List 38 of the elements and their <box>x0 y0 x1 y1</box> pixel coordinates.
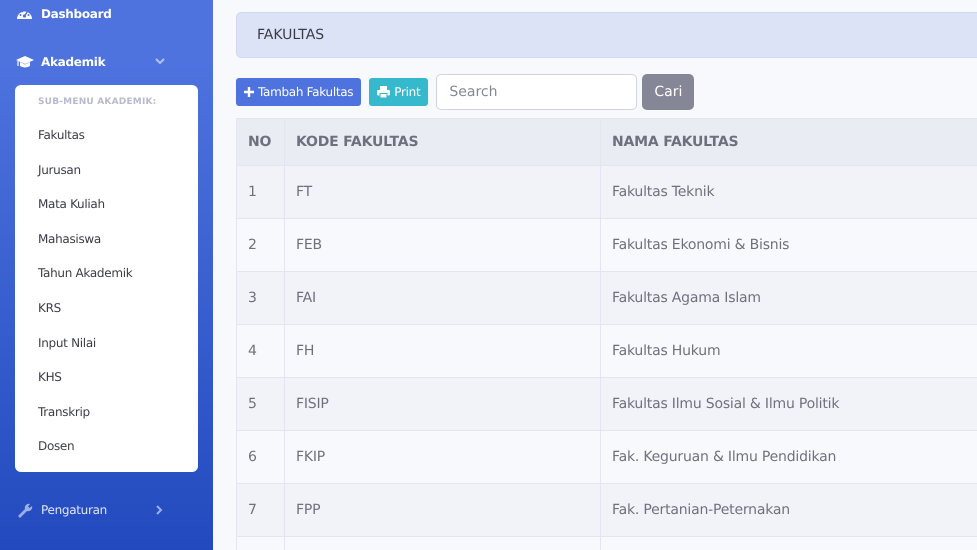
graduation-cap-icon <box>16 54 34 70</box>
wrench-icon <box>16 502 34 518</box>
submenu-heading: SUB-MENU AKADEMIK: <box>37 97 158 110</box>
submenu-item[interactable]: Mata Kuliah <box>15 187 198 222</box>
table-cell: Fak. Pertanian-Peternakan <box>600 484 977 536</box>
chevron-right-icon <box>155 504 165 515</box>
add-button[interactable]: Tambah Fakultas <box>236 78 362 106</box>
table-cell: FT <box>284 166 600 218</box>
table-cell: FISIP <box>284 378 600 430</box>
submenu-item[interactable]: Fakultas <box>15 118 198 153</box>
column-header: KODE FAKULTAS <box>284 118 600 166</box>
submenu-item[interactable]: KHS <box>15 360 198 395</box>
search-field[interactable]: Search <box>436 74 638 110</box>
submenu-item[interactable]: Dosen <box>15 429 198 464</box>
table-cell: 5 <box>236 378 284 430</box>
sidebar-item[interactable]: Dashboard <box>0 6 181 22</box>
plus-icon <box>244 87 254 97</box>
submenu-item[interactable]: Mahasiswa <box>15 222 198 256</box>
submenu-item[interactable]: KRS <box>15 291 198 326</box>
table-cell: 7 <box>236 484 284 536</box>
table-cell: Fakultas Ilmu Sosial & Ilmu Politik <box>600 378 977 430</box>
sidebar-item[interactable]: Pengaturan <box>0 502 181 518</box>
table-cell: FPP <box>284 484 600 536</box>
sidebar-item[interactable]: Akademik <box>0 54 181 70</box>
page-title: FAKULTAS <box>236 12 977 58</box>
table-cell: FAI <box>284 272 600 324</box>
column-header: NO <box>236 118 284 166</box>
table-cell: 1 <box>236 166 284 218</box>
submenu-item[interactable]: Jurusan <box>15 152 198 188</box>
table-cell: Fakultas Agama Islam <box>600 272 977 324</box>
table-cell: 3 <box>236 272 284 324</box>
printer-icon <box>377 86 390 98</box>
submenu-item[interactable]: Input Nilai <box>15 326 198 360</box>
submenu-item[interactable]: Tahun Akademik <box>15 256 198 291</box>
submenu-item[interactable]: Transkrip <box>15 394 198 430</box>
column-header: NAMA FAKULTAS <box>600 118 977 166</box>
search-button[interactable]: Cari <box>642 74 694 110</box>
table-cell: Fakultas Teknik <box>600 166 977 218</box>
